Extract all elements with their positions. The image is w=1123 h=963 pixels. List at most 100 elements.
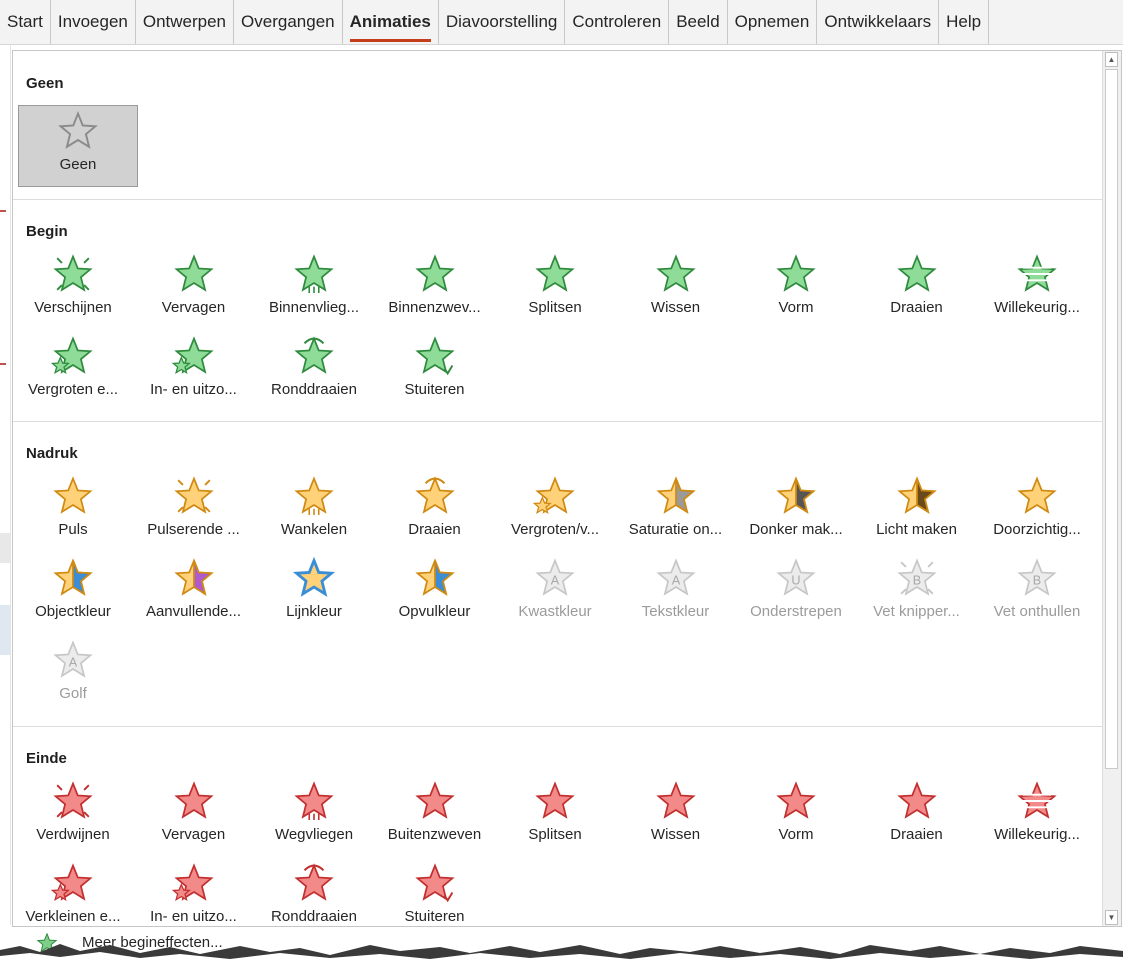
section-geen: Geen Geen <box>13 51 1103 199</box>
grow-shrink-star-icon <box>532 476 575 514</box>
effect-label: Splitsen <box>528 826 582 843</box>
effect-grow-shrink-star[interactable]: Vergroten/v... <box>495 471 615 539</box>
torn-edge <box>0 944 1123 963</box>
effect-star-outline[interactable]: Geen <box>18 105 138 187</box>
effect-wave-star[interactable]: A Golf <box>13 635 133 703</box>
effect-wipe-star[interactable]: Wissen <box>616 249 736 317</box>
wipe-star-icon <box>655 254 696 292</box>
tab-help[interactable]: Help <box>939 0 990 44</box>
section-einde: Einde Verdwijnen Vervagen Wegvliegen Buitenz… <box>13 726 1103 926</box>
effect-wheel-star[interactable]: Draaien <box>857 249 977 317</box>
effect-complementary-color-star[interactable]: Aanvullende... <box>134 553 254 621</box>
effect-float-in-star[interactable]: Binnenzwev... <box>375 249 495 317</box>
section-nadruk: Nadruk Puls Pulserende ... Wankelen Draaien V… <box>13 421 1103 726</box>
tab-diavoorstelling[interactable]: Diavoorstelling <box>439 0 566 44</box>
wipe-out-star-icon <box>655 781 696 819</box>
effect-fill-color-star[interactable]: Opvulkleur <box>375 553 495 621</box>
underline-star-icon: U <box>776 558 816 596</box>
effect-transparency-star[interactable]: Doorzichtig... <box>977 471 1097 539</box>
ribbon-tab-bar: Start Invoegen Ontwerpen Overgangen Animatie… <box>0 0 1123 45</box>
grow-turn-star-icon <box>50 336 93 374</box>
effect-zoom-star[interactable]: In- en uitzo... <box>134 331 254 399</box>
effect-bold-reveal-star[interactable]: B Vet onthullen <box>977 553 1097 621</box>
effect-object-color-star[interactable]: Objectkleur <box>13 553 133 621</box>
effect-random-bars-star[interactable]: Willekeurig... <box>977 249 1097 317</box>
effect-label: Ronddraaien <box>271 381 357 398</box>
tab-animaties[interactable]: Animaties <box>343 0 439 44</box>
effect-font-color-star[interactable]: A Tekstkleur <box>616 553 736 621</box>
effect-label: Ronddraaien <box>271 908 357 925</box>
animation-gallery: ▲ ▼ Geen Geen Begin Verschijnen Vervagen Binn… <box>12 50 1122 927</box>
effect-color-pulse-star[interactable]: Pulserende ... <box>134 471 254 539</box>
effect-spin-star[interactable]: Draaien <box>375 471 495 539</box>
tab-ontwikkelaars[interactable]: Ontwikkelaars <box>817 0 940 44</box>
effect-bounce-star[interactable]: Stuiteren <box>375 331 495 399</box>
effect-label: Onderstrepen <box>750 603 842 620</box>
fill-color-star-icon <box>414 558 455 596</box>
bold-reveal-star-icon: B <box>1017 558 1057 596</box>
tab-start[interactable]: Start <box>0 0 51 44</box>
effect-shrink-turn-star[interactable]: Verkleinen e... <box>13 858 133 926</box>
float-out-star-icon <box>414 781 455 819</box>
effect-label: Tekstkleur <box>641 603 710 620</box>
effect-bounce-out-star[interactable]: Stuiteren <box>375 858 495 926</box>
effect-label: Vergroten/v... <box>510 521 600 538</box>
desaturate-star-icon <box>655 476 696 514</box>
effect-label: Licht maken <box>876 521 957 538</box>
darken-star-icon <box>776 476 816 514</box>
tab-ontwerpen[interactable]: Ontwerpen <box>136 0 235 44</box>
effect-fade-out-star[interactable]: Vervagen <box>134 776 254 844</box>
effect-fade-star[interactable]: Vervagen <box>134 249 254 317</box>
effect-appear-star[interactable]: Verschijnen <box>13 249 133 317</box>
effect-fly-out-star[interactable]: Wegvliegen <box>254 776 374 844</box>
scroll-thumb[interactable] <box>1105 69 1118 769</box>
effect-wipe-out-star[interactable]: Wissen <box>616 776 736 844</box>
effect-line-color-star[interactable]: Lijnkleur <box>254 553 374 621</box>
section-divider <box>13 726 1103 727</box>
effect-underline-star[interactable]: U Onderstrepen <box>736 553 856 621</box>
effect-pulse-star[interactable]: Puls <box>13 471 133 539</box>
effect-wheel-out-star[interactable]: Draaien <box>857 776 977 844</box>
effect-swivel-out-star[interactable]: Ronddraaien <box>254 858 374 926</box>
effect-label: Stuiteren <box>404 381 465 398</box>
effect-shape-out-star[interactable]: Vorm <box>736 776 856 844</box>
effect-label: Lijnkleur <box>286 603 342 620</box>
effect-shape-star[interactable]: Vorm <box>736 249 856 317</box>
effect-label: Golf <box>59 685 87 702</box>
effect-label: Draaien <box>408 521 461 538</box>
tab-beeld[interactable]: Beeld <box>669 0 728 44</box>
effect-darken-star[interactable]: Donker mak... <box>736 471 856 539</box>
effect-grow-turn-star[interactable]: Vergroten e... <box>13 331 133 399</box>
effect-split-star[interactable]: Splitsen <box>495 249 615 317</box>
scroll-down-button[interactable]: ▼ <box>1105 910 1118 925</box>
effect-label: Wankelen <box>280 521 348 538</box>
effect-brush-color-star[interactable]: A Kwastkleur <box>495 553 615 621</box>
effect-label: Wissen <box>650 826 701 843</box>
teeter-star-icon <box>294 476 334 515</box>
effect-zoom-out-star[interactable]: In- en uitzo... <box>134 858 254 926</box>
effect-label: Saturatie on... <box>628 521 723 538</box>
section-title: Nadruk <box>26 445 78 462</box>
effect-split-out-star[interactable]: Splitsen <box>495 776 615 844</box>
effect-fly-in-star[interactable]: Binnenvlieg... <box>254 249 374 317</box>
tab-invoegen[interactable]: Invoegen <box>51 0 136 44</box>
effect-swivel-star[interactable]: Ronddraaien <box>254 331 374 399</box>
slide-edge <box>0 45 11 925</box>
effect-label: Binnenzwev... <box>388 299 481 316</box>
effect-label: In- en uitzo... <box>150 381 237 398</box>
tab-opnemen[interactable]: Opnemen <box>728 0 818 44</box>
tab-overgangen[interactable]: Overgangen <box>234 0 343 44</box>
effect-random-bars-out-star[interactable]: Willekeurig... <box>977 776 1097 844</box>
effect-desaturate-star[interactable]: Saturatie on... <box>616 471 736 539</box>
effect-lighten-star[interactable]: Licht maken <box>857 471 977 539</box>
effect-bold-flash-star[interactable]: B Vet knipper... <box>857 553 977 621</box>
effect-disappear-star[interactable]: Verdwijnen <box>13 776 133 844</box>
effect-label: Splitsen <box>528 299 582 316</box>
scroll-up-button[interactable]: ▲ <box>1105 52 1118 67</box>
gallery-scrollbar[interactable]: ▲ ▼ <box>1102 51 1121 926</box>
effect-label: Vervagen <box>161 299 226 316</box>
appear-star-icon <box>53 254 93 292</box>
tab-controleren[interactable]: Controleren <box>565 0 670 44</box>
effect-teeter-star[interactable]: Wankelen <box>254 471 374 539</box>
effect-float-out-star[interactable]: Buitenzweven <box>375 776 495 844</box>
